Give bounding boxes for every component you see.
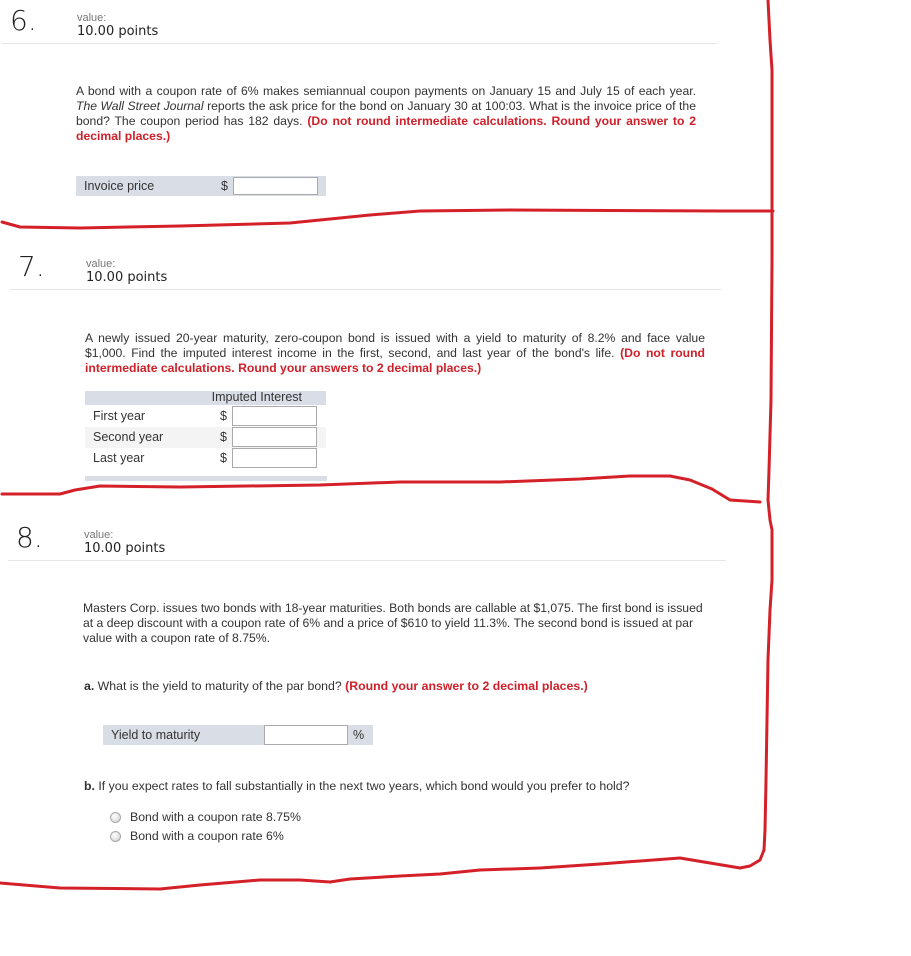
dollar-sign: $ xyxy=(220,451,227,465)
question-number: 8. xyxy=(16,521,43,554)
part-b-prompt: b. If you expect rates to fall substanti… xyxy=(84,779,629,793)
question-text: A newly issued 20-year maturity, zero-co… xyxy=(85,331,705,376)
points-value: 10.00 points xyxy=(84,541,166,556)
question-text: A bond with a coupon rate of 6% makes se… xyxy=(76,84,696,144)
row-label: Second year xyxy=(93,430,164,444)
option-label: Bond with a coupon rate 6% xyxy=(130,829,284,843)
row-label: Last year xyxy=(93,451,145,465)
value-label: value: xyxy=(84,529,114,541)
value-label: value: xyxy=(86,258,116,270)
dollar-sign: $ xyxy=(220,430,227,444)
points-value: 10.00 points xyxy=(86,270,168,285)
question-number: 7. xyxy=(18,250,45,283)
value-label: value: xyxy=(77,12,107,24)
part-letter: b. xyxy=(84,779,95,793)
option-coupon-6[interactable]: Bond with a coupon rate 6% xyxy=(110,829,284,843)
yield-to-maturity-label: Yield to maturity xyxy=(111,728,201,742)
table-header: Imputed Interest xyxy=(85,390,326,405)
first-year-input[interactable] xyxy=(232,406,317,426)
part-b-text: If you expect rates to fall substantiall… xyxy=(94,779,630,793)
last-year-input[interactable] xyxy=(232,448,317,468)
divider xyxy=(2,43,717,44)
question-text-part: A bond with a coupon rate of 6% makes se… xyxy=(76,84,696,98)
part-a-prompt: a. What is the yield to maturity of the … xyxy=(84,679,588,693)
question-text: Masters Corp. issues two bonds with 18-y… xyxy=(83,601,703,645)
annotation-bottom-line xyxy=(0,866,542,891)
question-text-part: A newly issued 20-year maturity, zero-co… xyxy=(85,331,705,360)
part-letter: a. xyxy=(84,679,95,693)
rounding-instruction: (Round your answer to 2 decimal places.) xyxy=(345,679,588,693)
publication-title: The Wall Street Journal xyxy=(76,99,204,113)
part-a-text: What is the yield to maturity of the par… xyxy=(94,679,346,693)
invoice-price-input[interactable] xyxy=(233,177,318,195)
divider xyxy=(8,560,726,561)
dollar-sign: $ xyxy=(221,179,228,193)
option-coupon-8-75[interactable]: Bond with a coupon rate 8.75% xyxy=(110,810,301,824)
column-header-imputed-interest: Imputed Interest xyxy=(211,390,302,404)
option-label: Bond with a coupon rate 8.75% xyxy=(130,810,301,824)
dollar-sign: $ xyxy=(220,409,227,423)
annotation-right-border-bottom xyxy=(738,498,774,870)
yield-to-maturity-input[interactable] xyxy=(264,725,348,745)
divider xyxy=(10,289,722,290)
invoice-price-label: Invoice price xyxy=(84,179,155,193)
annotation-right-border-top xyxy=(766,0,774,502)
row-label: First year xyxy=(93,409,146,423)
annotation-divider-1 xyxy=(0,208,775,230)
percent-unit: % xyxy=(353,728,365,742)
points-value: 10.00 points xyxy=(77,24,159,39)
radio-button[interactable] xyxy=(110,830,121,842)
radio-button[interactable] xyxy=(110,811,121,823)
table-footer xyxy=(85,476,327,481)
question-number: 6. xyxy=(10,4,37,37)
annotation-bottom-line-right xyxy=(538,856,742,870)
second-year-input[interactable] xyxy=(232,427,317,447)
